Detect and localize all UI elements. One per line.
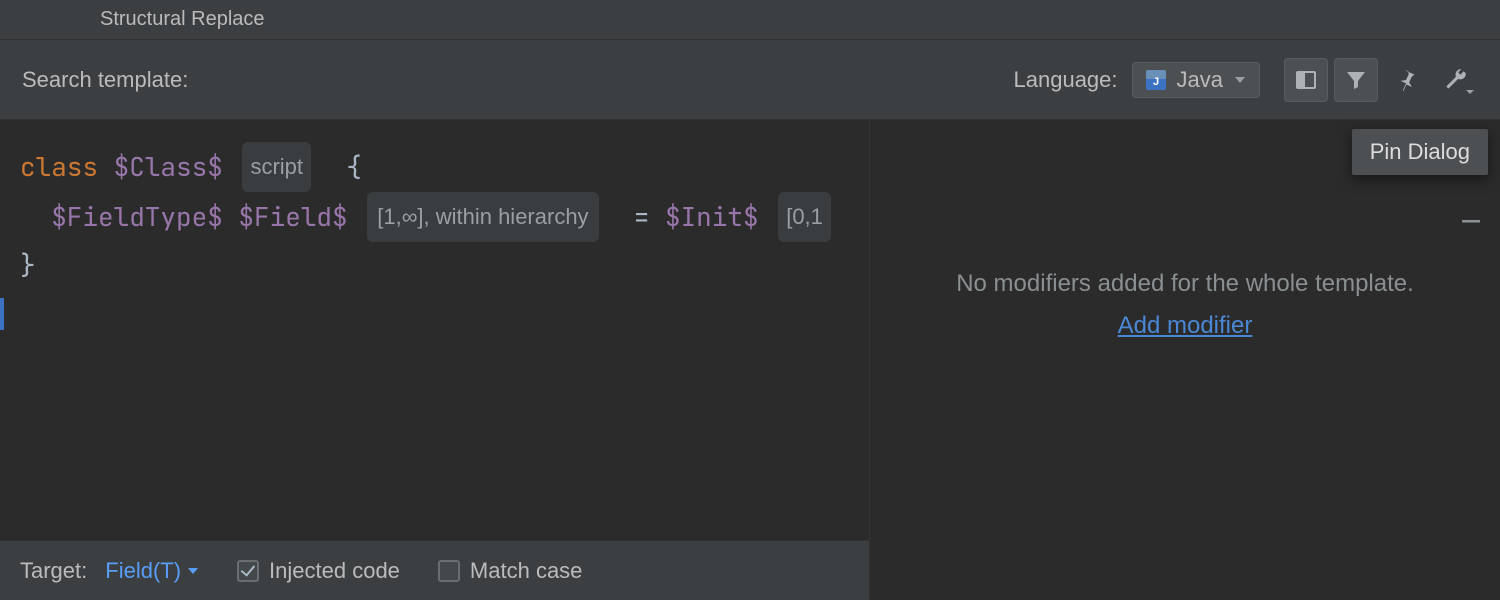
- panel-icon: [1294, 68, 1318, 92]
- target-value: Field(T): [105, 558, 181, 584]
- checkbox-icon: [438, 560, 460, 582]
- injected-code-checkbox[interactable]: Injected code: [237, 558, 400, 584]
- search-template-editor[interactable]: class $Class$ script { $FieldType$ $Fiel…: [0, 120, 869, 540]
- var-fieldtype: $FieldType$: [51, 199, 223, 234]
- left-pane: class $Class$ script { $FieldType$ $Fiel…: [0, 120, 870, 600]
- svg-text:J: J: [1152, 76, 1158, 88]
- modifiers-pane: No modifiers added for the whole templat…: [870, 120, 1500, 600]
- chevron-down-icon: [187, 565, 199, 577]
- target-label: Target:: [20, 558, 87, 584]
- window-title: Structural Replace: [100, 8, 265, 31]
- panel-toggle-button[interactable]: [1284, 58, 1328, 102]
- dialog-body: class $Class$ script { $FieldType$ $Fiel…: [0, 120, 1500, 600]
- brace-open: {: [346, 149, 362, 184]
- target-dropdown[interactable]: Field(T): [105, 558, 199, 584]
- var-field: $Field$: [238, 199, 347, 234]
- gutter-selection-indicator: [0, 298, 4, 330]
- var-init: $Init$: [665, 199, 759, 234]
- var-class: $Class$: [114, 149, 223, 184]
- search-template-label: Search template:: [22, 67, 188, 93]
- checkbox-icon: [237, 560, 259, 582]
- no-modifiers-message: No modifiers added for the whole templat…: [956, 270, 1414, 298]
- filter-icon: [1344, 68, 1368, 92]
- pill-field-constraints[interactable]: [1,∞], within hierarchy: [367, 192, 598, 242]
- collapse-button[interactable]: [1460, 210, 1482, 232]
- bottom-bar: Target: Field(T) Injected code Match cas…: [0, 540, 869, 600]
- pill-init-constraints[interactable]: [0,1: [778, 192, 831, 242]
- pin-button[interactable]: [1384, 58, 1428, 102]
- brace-close: }: [20, 247, 36, 282]
- add-modifier-link[interactable]: Add modifier: [1118, 312, 1253, 340]
- filter-button[interactable]: [1334, 58, 1378, 102]
- titlebar: Structural Replace: [0, 0, 1500, 40]
- tooltip-text: Pin Dialog: [1370, 139, 1470, 164]
- chevron-down-icon: [1466, 88, 1474, 96]
- match-case-checkbox[interactable]: Match case: [438, 558, 583, 584]
- pin-tooltip: Pin Dialog: [1352, 129, 1488, 175]
- keyword-class: class: [20, 149, 98, 184]
- settings-button[interactable]: [1434, 58, 1478, 102]
- language-value: Java: [1177, 67, 1223, 93]
- java-file-icon: J: [1145, 69, 1167, 91]
- language-label: Language:: [1014, 67, 1118, 93]
- toolbar: Search template: Language: J Java: [0, 40, 1500, 120]
- pill-script[interactable]: script: [242, 142, 311, 192]
- equals: =: [634, 199, 650, 234]
- match-case-label: Match case: [470, 558, 583, 584]
- pin-icon: [1393, 67, 1419, 93]
- chevron-down-icon: [1233, 73, 1247, 87]
- injected-code-label: Injected code: [269, 558, 400, 584]
- language-dropdown[interactable]: J Java: [1132, 62, 1260, 98]
